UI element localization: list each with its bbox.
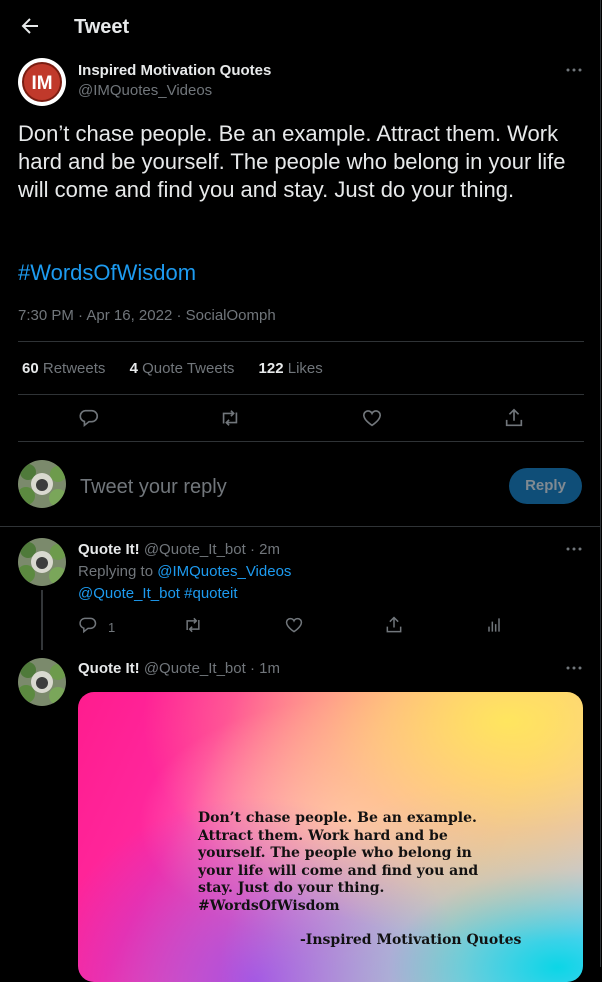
likes-stat[interactable]: 122 Likes	[259, 360, 323, 377]
tweet-date[interactable]: Apr 16, 2022	[86, 307, 172, 324]
thread-line	[41, 590, 43, 650]
tweet-time[interactable]: 7:30 PM	[18, 307, 74, 324]
reply-input[interactable]: Tweet your reply	[80, 476, 227, 499]
analytics-icon[interactable]	[484, 615, 504, 635]
reply-author-name[interactable]: Quote It!	[78, 541, 140, 558]
avatar[interactable]: IM	[18, 58, 66, 106]
reply-author-handle[interactable]: @Quote_It_bot	[144, 660, 246, 677]
tweet-text: Don’t chase people. Be an example. Attra…	[18, 121, 566, 202]
reply-header: Quote It! @Quote_It_bot · 1m	[78, 660, 280, 677]
divider	[18, 441, 584, 442]
reply-hashtag[interactable]: #quoteit	[184, 585, 237, 602]
tweet-stats: 60 Retweets 4 Quote Tweets 122 Likes	[22, 360, 343, 377]
avatar-initials: IM	[31, 73, 52, 94]
tweet-meta: 7:30 PM · Apr 16, 2022 · SocialOomph	[18, 307, 276, 324]
author-name[interactable]: Inspired Motivation Quotes	[78, 62, 271, 79]
header: Tweet	[0, 0, 600, 56]
reply-author-handle[interactable]: @Quote_It_bot	[144, 541, 246, 558]
tweet-source[interactable]: SocialOomph	[186, 307, 276, 324]
reply-header: Quote It! @Quote_It_bot · 2m	[78, 541, 280, 558]
divider	[18, 341, 584, 342]
quote-tweets-stat[interactable]: 4 Quote Tweets	[130, 360, 235, 377]
more-icon[interactable]	[564, 539, 584, 559]
heart-icon[interactable]	[361, 407, 383, 429]
divider	[0, 526, 600, 527]
reply-icon[interactable]	[78, 615, 98, 635]
reply-age[interactable]: 2m	[259, 541, 280, 558]
quote-image[interactable]: Don’t chase people. Be an example. Attra…	[78, 692, 583, 982]
page-title: Tweet	[74, 16, 130, 38]
reply-author-name[interactable]: Quote It!	[78, 660, 140, 677]
more-icon[interactable]	[564, 658, 584, 678]
heart-icon[interactable]	[284, 615, 304, 635]
share-icon[interactable]	[384, 615, 404, 635]
tweet-hashtag[interactable]: #WordsOfWisdom	[18, 260, 196, 286]
reply-mention[interactable]: @Quote_It_bot	[78, 585, 180, 602]
replying-to-handle[interactable]: @IMQuotes_Videos	[157, 563, 291, 580]
divider	[18, 394, 584, 395]
user-avatar[interactable]	[18, 460, 66, 508]
share-icon[interactable]	[503, 407, 525, 429]
author-handle[interactable]: @IMQuotes_Videos	[78, 82, 212, 99]
reply-avatar[interactable]	[18, 658, 66, 706]
replying-to: Replying to @IMQuotes_Videos	[78, 563, 292, 580]
quote-image-text: Don’t chase people. Be an example. Attra…	[198, 810, 479, 914]
more-icon[interactable]	[564, 60, 584, 80]
retweet-icon[interactable]	[219, 407, 241, 429]
retweets-stat[interactable]: 60 Retweets	[22, 360, 105, 377]
tweet-detail-page: Tweet IM Inspired Motivation Quotes @IMQ…	[0, 0, 601, 982]
reply-count: 1	[108, 620, 116, 635]
arrow-left-icon[interactable]	[18, 14, 42, 38]
retweet-icon[interactable]	[183, 615, 203, 635]
quote-image-author: -Inspired Motivation Quotes	[300, 932, 522, 948]
reply-button[interactable]: Reply	[509, 468, 582, 504]
reply-text: @Quote_It_bot #quoteit	[78, 585, 238, 602]
reply-icon[interactable]	[78, 407, 100, 429]
reply-age[interactable]: 1m	[259, 660, 280, 677]
reply-avatar[interactable]	[18, 538, 66, 586]
